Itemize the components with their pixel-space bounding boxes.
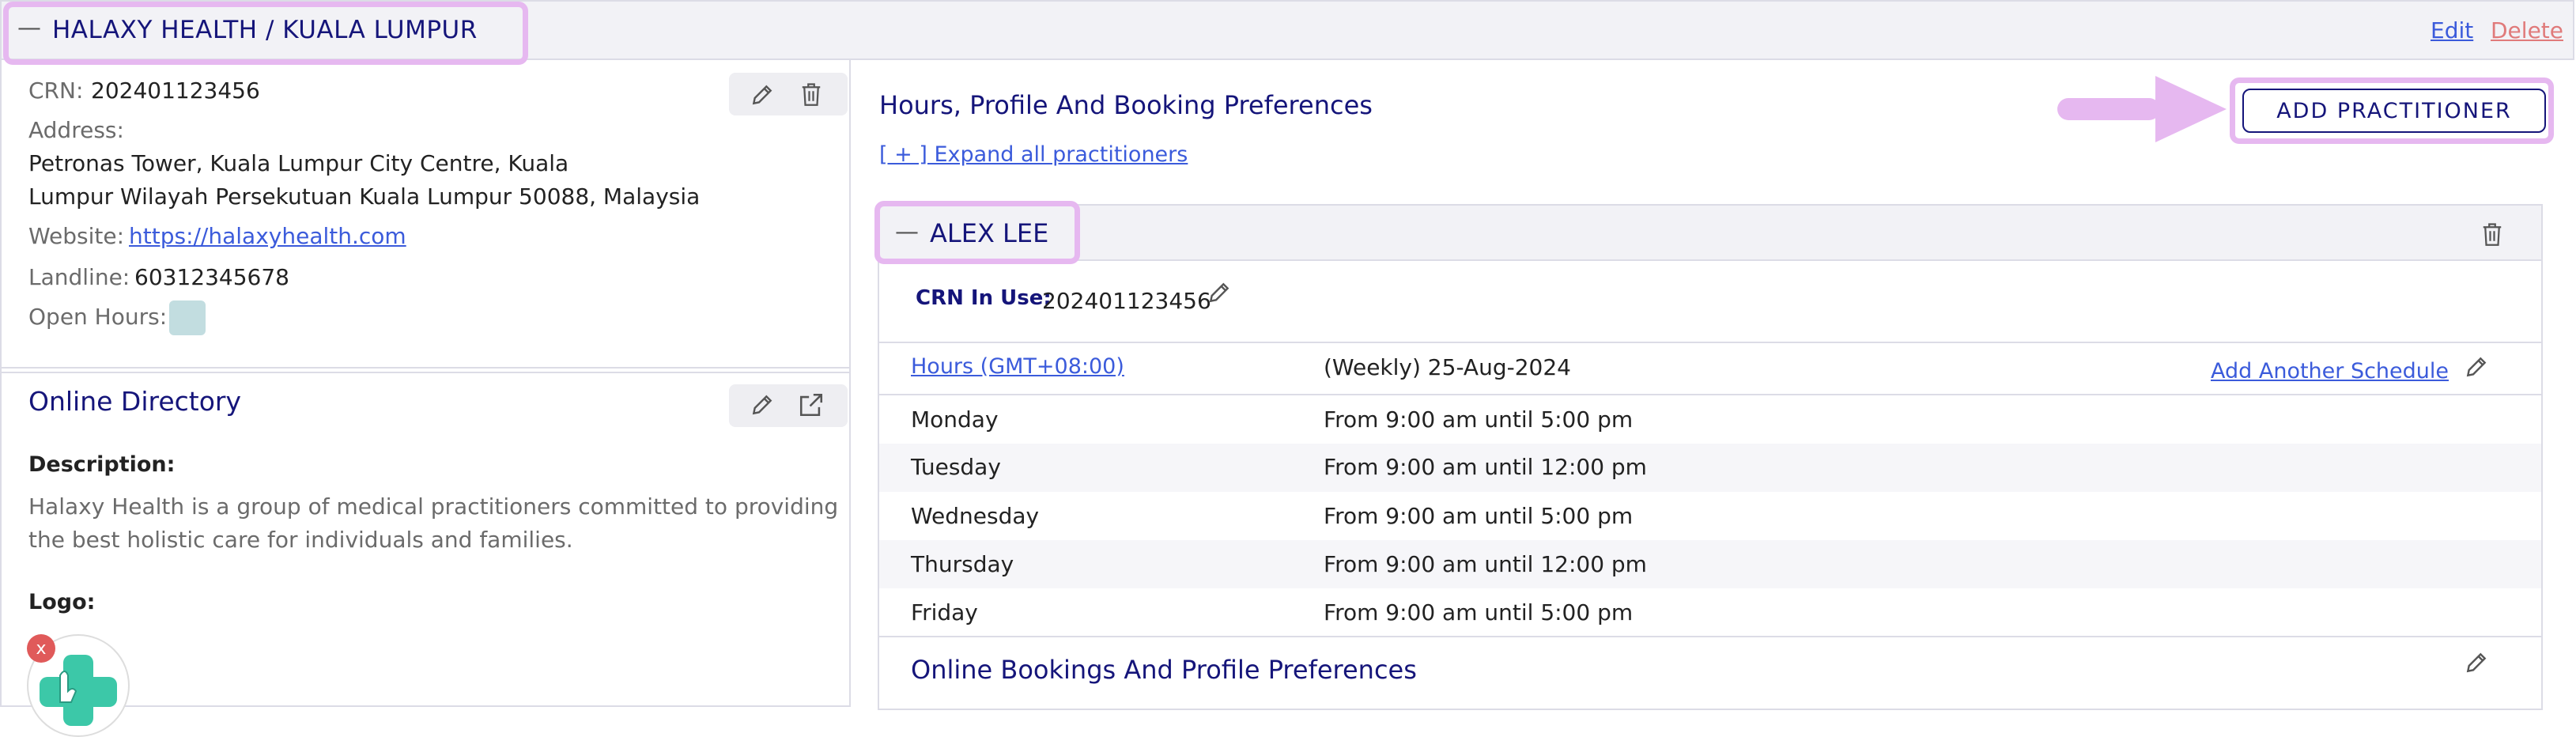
schedule-day: Thursday [911, 551, 1014, 577]
schedule-hours: From 9:00 am until 5:00 pm [1324, 406, 1634, 433]
schedule-hours: From 9:00 am until 5:00 pm [1324, 503, 1634, 529]
schedule-hours: From 9:00 am until 5:00 pm [1324, 599, 1634, 626]
divider [879, 342, 2541, 343]
edit-clinic-link[interactable]: Edit [2431, 17, 2473, 43]
schedule-row [879, 540, 2541, 588]
practitioner-header-bar [879, 206, 2541, 261]
website-link[interactable]: https://halaxyhealth.com [129, 223, 406, 249]
schedule-day: Tuesday [911, 454, 1001, 480]
clinic-title: HALAXY HEALTH / KUALA LUMPUR [52, 16, 478, 44]
address-line-2: Lumpur Wilayah Persekutuan Kuala Lumpur … [28, 183, 701, 210]
bookings-divider [879, 636, 2541, 637]
close-icon-glyph: x [36, 638, 47, 659]
add-another-schedule-link[interactable]: Add Another Schedule [2211, 359, 2449, 384]
description-label: Description: [28, 452, 176, 477]
collapse-clinic-icon[interactable]: — [17, 14, 41, 42]
pencil-icon[interactable] [1205, 278, 1233, 307]
schedule-day: Friday [911, 599, 978, 626]
landline-value: 60312345678 [134, 264, 289, 290]
schedule-row [879, 492, 2541, 540]
open-hours-swatch[interactable] [169, 300, 206, 335]
pencil-icon[interactable] [2462, 353, 2491, 381]
schedule-hours: From 9:00 am until 12:00 pm [1324, 454, 1647, 480]
practitioner-name: ALEX LEE [930, 218, 1049, 248]
pencil-icon[interactable] [748, 391, 776, 419]
crn-value: 202401123456 [91, 77, 260, 104]
arrow-right-icon [2057, 76, 2227, 142]
crn-label: CRN: [28, 77, 84, 104]
external-link-icon[interactable] [797, 391, 825, 419]
expand-all-practitioners-link[interactable]: [ + ] Expand all practitioners [879, 142, 1188, 167]
trash-icon[interactable] [797, 79, 825, 109]
trash-icon[interactable] [2480, 220, 2505, 248]
collapse-practitioner-icon[interactable]: — [895, 218, 919, 246]
landline-label: Landline: [28, 264, 130, 290]
schedule-row [879, 444, 2541, 492]
address-line-1: Petronas Tower, Kuala Lumpur City Centre… [28, 150, 569, 176]
pencil-icon[interactable] [2462, 648, 2491, 677]
crn-in-use-value: 202401123456 [1042, 288, 1211, 314]
address-label: Address: [28, 117, 124, 143]
section-title: Hours, Profile And Booking Preferences [879, 90, 1373, 120]
schedule-row [879, 588, 2541, 637]
crn-in-use-label: CRN In Use: [916, 286, 1052, 310]
schedule-label: (Weekly) 25-Aug-2024 [1324, 354, 1571, 380]
online-bookings-title: Online Bookings And Profile Preferences [911, 655, 1417, 685]
remove-logo-close-icon[interactable]: x [27, 634, 55, 663]
schedule-day: Monday [911, 406, 999, 433]
schedule-row [879, 395, 2541, 444]
logo-label: Logo: [28, 590, 96, 614]
description-line-2: the best holistic care for individuals a… [28, 527, 573, 553]
hours-timezone-link[interactable]: Hours (GMT+08:00) [911, 354, 1124, 379]
open-hours-label: Open Hours: [28, 304, 168, 330]
delete-clinic-link[interactable]: Delete [2491, 17, 2563, 43]
details-actions [729, 73, 848, 115]
add-practitioner-button[interactable]: ADD PRACTITIONER [2242, 89, 2546, 133]
schedule-hours: From 9:00 am until 12:00 pm [1324, 551, 1647, 577]
online-directory-title: Online Directory [28, 386, 242, 417]
directory-actions [729, 384, 848, 427]
description-line-1: Halaxy Health is a group of medical prac… [28, 493, 839, 520]
pencil-icon[interactable] [748, 81, 776, 109]
schedule-day: Wednesday [911, 503, 1040, 529]
website-label: Website: [28, 223, 125, 249]
